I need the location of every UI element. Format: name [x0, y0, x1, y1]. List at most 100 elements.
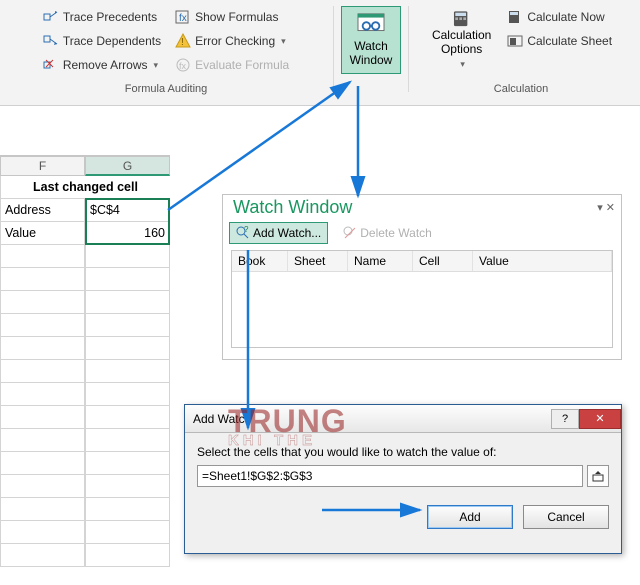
- cell[interactable]: [85, 452, 170, 475]
- col-header-g[interactable]: G: [85, 156, 170, 176]
- cell[interactable]: [0, 360, 85, 383]
- remove-arrows-icon: [43, 57, 59, 73]
- cell[interactable]: [0, 268, 85, 291]
- col-book[interactable]: Book: [232, 251, 288, 271]
- group-label: Calculation: [494, 83, 548, 95]
- cell[interactable]: [0, 544, 85, 567]
- watch-list[interactable]: Book Sheet Name Cell Value: [231, 250, 613, 348]
- group-label: Formula Auditing: [125, 83, 208, 95]
- range-input[interactable]: [197, 465, 583, 487]
- cell[interactable]: [85, 406, 170, 429]
- col-sheet[interactable]: Sheet: [288, 251, 348, 271]
- trace-dependents-icon: [43, 33, 59, 49]
- trace-precedents-button[interactable]: Trace Precedents: [39, 6, 165, 28]
- watch-window-icon: [356, 12, 386, 38]
- svg-text:fx: fx: [179, 13, 187, 24]
- cell[interactable]: [85, 429, 170, 452]
- remove-arrows-button[interactable]: Remove Arrows: [39, 54, 165, 76]
- cell[interactable]: [0, 337, 85, 360]
- cell[interactable]: [85, 544, 170, 567]
- cell[interactable]: [85, 383, 170, 406]
- label: Error Checking: [195, 34, 275, 48]
- show-formulas-icon: fx: [175, 9, 191, 25]
- svg-text:!: !: [181, 37, 184, 48]
- add-watch-icon: ?: [236, 226, 250, 240]
- cell[interactable]: [0, 406, 85, 429]
- col-cell[interactable]: Cell: [413, 251, 473, 271]
- label: Calculate Now: [527, 10, 604, 24]
- column-headers: F G: [0, 156, 170, 176]
- cell[interactable]: [85, 475, 170, 498]
- cell[interactable]: [85, 337, 170, 360]
- label: Remove Arrows: [63, 58, 148, 72]
- trace-dependents-button[interactable]: Trace Dependents: [39, 30, 165, 52]
- col-header-f[interactable]: F: [0, 156, 85, 176]
- spreadsheet[interactable]: F G Last changed cell Address $C$4 Value…: [0, 155, 170, 567]
- cell[interactable]: [85, 360, 170, 383]
- collapse-dialog-icon: [592, 470, 604, 482]
- col-name[interactable]: Name: [348, 251, 413, 271]
- evaluate-formula-icon: fx: [175, 57, 191, 73]
- label: Evaluate Formula: [195, 58, 289, 72]
- cell[interactable]: [85, 268, 170, 291]
- delete-watch-icon: [343, 226, 357, 240]
- label: Calculate Sheet: [527, 34, 612, 48]
- cell[interactable]: [0, 429, 85, 452]
- cell[interactable]: [85, 245, 170, 268]
- calc-now-icon: [507, 9, 523, 25]
- cell[interactable]: [0, 291, 85, 314]
- cell[interactable]: [85, 291, 170, 314]
- group-formula-auditing: Trace Precedents Trace Dependents Remove…: [6, 6, 326, 93]
- calculate-sheet-button[interactable]: Calculate Sheet: [503, 30, 616, 52]
- help-button[interactable]: ?: [551, 409, 579, 429]
- label: Watch Window: [350, 40, 393, 68]
- watermark: TRUNG KHI THE: [228, 408, 347, 448]
- cell[interactable]: [0, 383, 85, 406]
- cell-f3[interactable]: Value: [0, 222, 85, 245]
- label: Show Formulas: [195, 10, 278, 24]
- calculation-options-button[interactable]: Calculation Options: [426, 6, 497, 74]
- label: Trace Dependents: [63, 34, 161, 48]
- group-calculation: Calculation Options Calculate Now Calcul…: [416, 6, 626, 93]
- watch-window-pane: Watch Window ▾ ✕ ? Add Watch... Delete W…: [222, 194, 622, 360]
- add-button[interactable]: Add: [427, 505, 513, 529]
- watch-pane-controls[interactable]: ▾ ✕: [597, 201, 615, 214]
- calculation-options-icon: [447, 10, 477, 27]
- ribbon: Trace Precedents Trace Dependents Remove…: [0, 0, 640, 106]
- evaluate-formula-button: fx Evaluate Formula: [171, 54, 293, 76]
- svg-text:?: ?: [244, 226, 249, 234]
- cancel-button[interactable]: Cancel: [523, 505, 609, 529]
- cell-g2[interactable]: $C$4: [85, 199, 170, 222]
- label: Delete Watch: [360, 226, 432, 240]
- error-checking-button[interactable]: ! Error Checking: [171, 30, 293, 52]
- cell-f2[interactable]: Address: [0, 199, 85, 222]
- calculate-now-button[interactable]: Calculate Now: [503, 6, 616, 28]
- error-checking-icon: !: [175, 33, 191, 49]
- cell[interactable]: [0, 452, 85, 475]
- cell[interactable]: [0, 521, 85, 544]
- label: Add Watch...: [253, 226, 321, 240]
- separator: [408, 6, 409, 92]
- trace-precedents-icon: [43, 9, 59, 25]
- cell[interactable]: [85, 314, 170, 337]
- close-button[interactable]: ✕: [579, 409, 621, 429]
- cell[interactable]: [85, 498, 170, 521]
- col-value[interactable]: Value: [473, 251, 612, 271]
- cell[interactable]: [0, 314, 85, 337]
- watch-window-button[interactable]: Watch Window: [341, 6, 401, 74]
- cell[interactable]: [0, 498, 85, 521]
- show-formulas-button[interactable]: fx Show Formulas: [171, 6, 293, 28]
- range-picker-button[interactable]: [587, 465, 609, 487]
- label: Trace Precedents: [63, 10, 157, 24]
- calc-sheet-icon: [507, 33, 523, 49]
- header-cell[interactable]: Last changed cell: [0, 176, 170, 199]
- label: Calculation Options: [432, 29, 491, 57]
- svg-text:fx: fx: [179, 61, 187, 71]
- watch-pane-title: Watch Window: [233, 197, 352, 218]
- cell[interactable]: [0, 245, 85, 268]
- delete-watch-button: Delete Watch: [336, 222, 439, 244]
- add-watch-button[interactable]: ? Add Watch...: [229, 222, 328, 244]
- cell-g3[interactable]: 160: [85, 222, 170, 245]
- cell[interactable]: [0, 475, 85, 498]
- cell[interactable]: [85, 521, 170, 544]
